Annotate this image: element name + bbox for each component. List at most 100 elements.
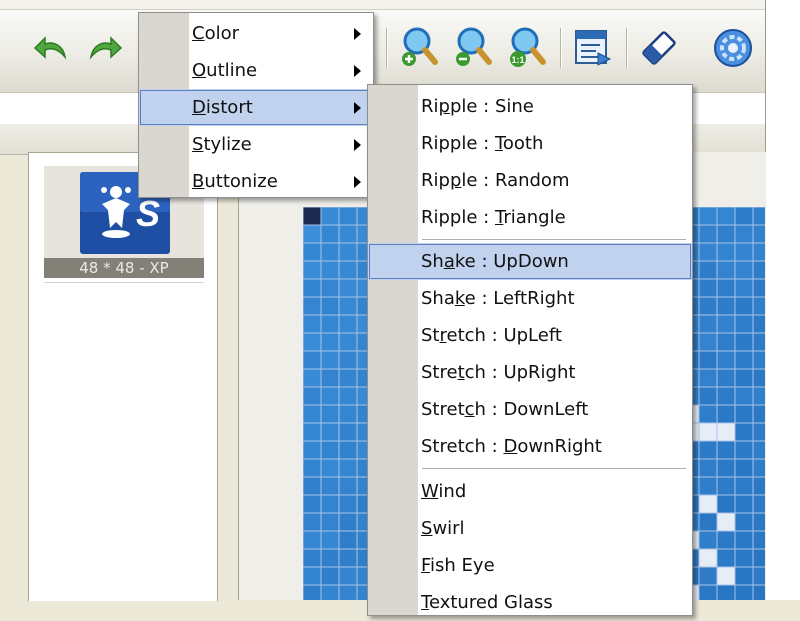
eraser-button[interactable] [636, 22, 682, 74]
pixel-cell [320, 386, 340, 406]
pixel-cell [734, 386, 754, 406]
pixel-cell [320, 224, 340, 244]
menu-item-key: B [192, 171, 205, 192]
pixel-cell [752, 224, 765, 244]
menu-item-ripple-random[interactable]: Ripple : Random [368, 162, 692, 199]
menu-item-ripple-triangle[interactable]: Ripple : Triangle [368, 199, 692, 236]
pixel-cell [752, 332, 765, 352]
menu-item-ripple-sine[interactable]: Ripple : Sine [368, 88, 692, 125]
eraser-icon [642, 31, 676, 65]
pixel-cell [338, 566, 358, 586]
pixel-cell [716, 386, 736, 406]
menu-item-label: tylize [203, 134, 252, 155]
pixel-cell [303, 440, 322, 460]
thumbnail-label: 48 * 48 - XP [44, 258, 204, 278]
zoom-in-button[interactable] [396, 22, 442, 74]
pixel-cell [320, 530, 340, 550]
pixel-cell [698, 332, 718, 352]
pixel-cell [303, 476, 322, 496]
pixel-cell [320, 350, 340, 370]
menu-separator [422, 239, 686, 240]
pixel-cell [752, 548, 765, 568]
pixel-cell [734, 512, 754, 532]
menu-item-ripple-tooth[interactable]: Ripple : Tooth [368, 125, 692, 162]
pixel-cell [338, 458, 358, 478]
pixel-cell [338, 278, 358, 298]
pixel-cell [698, 350, 718, 370]
pixel-cell [698, 440, 718, 460]
menu-item-stretch-upright[interactable]: Stretch : UpRight [368, 354, 692, 391]
pixel-cell [303, 296, 322, 316]
preview-icon [575, 30, 612, 66]
undo-icon [33, 36, 67, 60]
pixel-cell [303, 224, 322, 244]
pixel-cell [752, 296, 765, 316]
menu-item-stretch-upleft[interactable]: Stretch : UpLeft [368, 317, 692, 354]
undo-button[interactable] [28, 22, 74, 74]
settings-icon [714, 29, 752, 67]
menu-item-distort[interactable]: Distort [139, 89, 373, 126]
pixel-cell [734, 350, 754, 370]
menu-item-color[interactable]: Color [139, 15, 373, 52]
pixel-cell [752, 404, 765, 424]
pixel-cell [734, 422, 754, 442]
menu-item-shake-updown[interactable]: Shake : UpDown [368, 243, 692, 280]
pixel-cell [734, 368, 754, 388]
zoom-out-button[interactable] [450, 22, 496, 74]
pixel-cell [734, 548, 754, 568]
zoom-in-icon [402, 27, 438, 66]
pixel-cell [338, 512, 358, 532]
pixel-cell [698, 548, 718, 568]
pixel-cell [303, 207, 322, 226]
menu-item-swirl[interactable]: Swirl [368, 510, 692, 547]
pixel-cell [752, 422, 765, 442]
pixel-cell [338, 386, 358, 406]
pixel-cell [716, 512, 736, 532]
pixel-cell [320, 476, 340, 496]
submenu-arrow-icon [354, 28, 361, 40]
redo-button[interactable] [82, 22, 128, 74]
pixel-cell [752, 494, 765, 514]
pixel-cell [320, 332, 340, 352]
pixel-cell [716, 530, 736, 550]
pixel-cell [734, 566, 754, 586]
menu-item-buttonize[interactable]: Buttonize [139, 163, 373, 200]
pixel-cell [303, 260, 322, 280]
menu-item-stretch-downleft[interactable]: Stretch : DownLeft [368, 391, 692, 428]
pixel-cell [320, 368, 340, 388]
pixel-cell [734, 207, 754, 226]
menu-item-fish-eye[interactable]: Fish Eye [368, 547, 692, 584]
menu-item-stretch-downright[interactable]: Stretch : DownRight [368, 428, 692, 465]
pixel-cell [698, 404, 718, 424]
preview-button[interactable] [570, 22, 616, 74]
pixel-cell [752, 260, 765, 280]
menu-item-outline[interactable]: Outline [139, 52, 373, 89]
pixel-cell [303, 494, 322, 514]
pixel-cell [698, 476, 718, 496]
menu-item-key: O [192, 60, 207, 81]
menu-item-textured-glass[interactable]: Textured Glass [368, 584, 692, 621]
pixel-cell [752, 207, 765, 226]
pixel-cell [338, 548, 358, 568]
pixel-cell [303, 530, 322, 550]
pixel-cell [698, 512, 718, 532]
pixel-cell [320, 314, 340, 334]
pixel-cell [716, 332, 736, 352]
menu-separator [422, 468, 686, 469]
pixel-cell [716, 296, 736, 316]
pixel-cell [338, 350, 358, 370]
pixel-cell [320, 404, 340, 424]
pixel-cell [303, 368, 322, 388]
menu-item-stylize[interactable]: Stylize [139, 126, 373, 163]
pixel-cell [752, 530, 765, 550]
pixel-cell [338, 260, 358, 280]
pixel-cell [320, 422, 340, 442]
settings-button[interactable] [710, 22, 756, 74]
svg-text:1:1: 1:1 [511, 55, 524, 65]
menu-item-wind[interactable]: Wind [368, 473, 692, 510]
menu-item-shake-leftright[interactable]: Shake : LeftRight [368, 280, 692, 317]
pixel-cell [752, 584, 765, 600]
pixel-cell [303, 332, 322, 352]
pixel-cell [698, 296, 718, 316]
zoom-actual-button[interactable]: 1:1 [504, 22, 550, 74]
